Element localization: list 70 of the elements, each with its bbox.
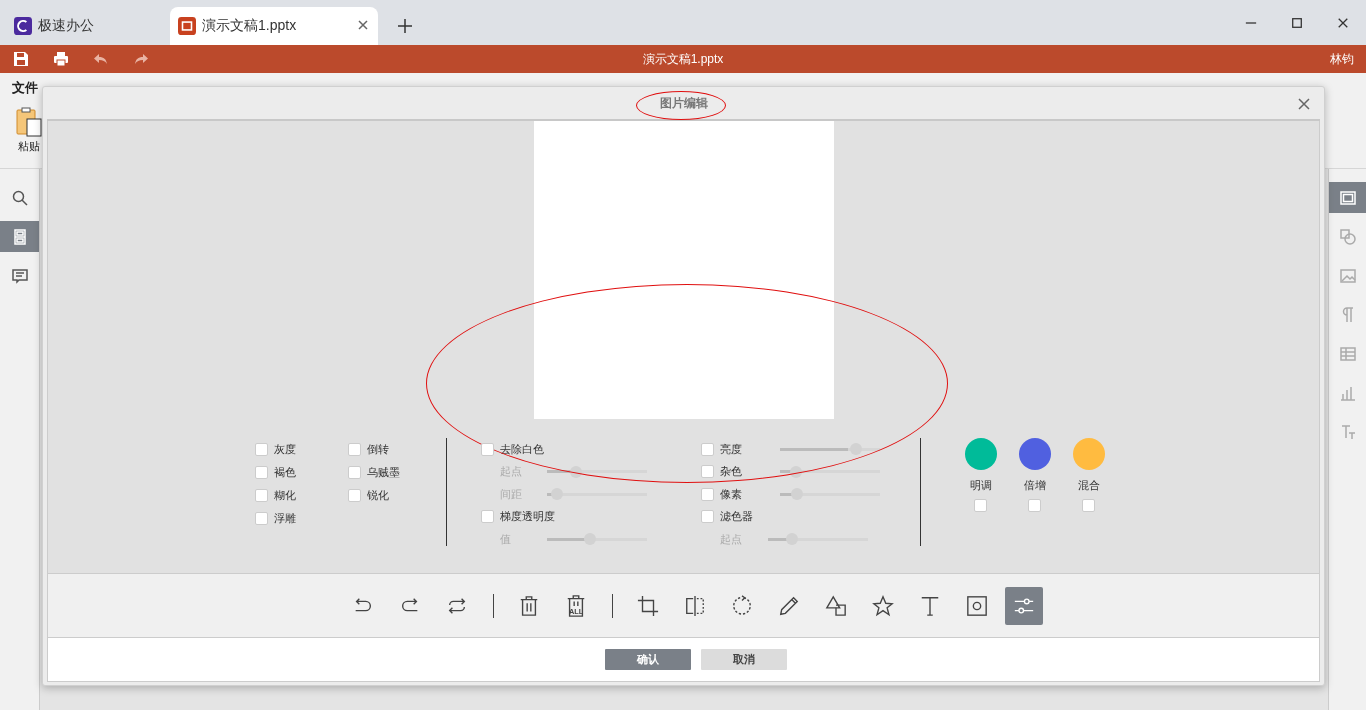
slides-file-icon — [178, 17, 196, 35]
slider-thumb[interactable] — [569, 465, 582, 478]
app-logo-icon — [14, 17, 32, 35]
star-icon — [872, 594, 894, 617]
slider-thumb[interactable] — [550, 488, 563, 501]
checkbox[interactable] — [974, 499, 987, 512]
rotate-icon — [731, 594, 753, 617]
menu-tab[interactable]: 文件 — [12, 79, 38, 101]
app-tab[interactable]: 极速办公 — [6, 7, 166, 45]
option-label: 去除白色 — [499, 441, 544, 457]
flip-icon — [684, 594, 706, 617]
new-tab-icon[interactable] — [398, 19, 412, 33]
checkbox[interactable] — [700, 487, 714, 501]
checkbox[interactable] — [480, 510, 494, 524]
tool-button[interactable] — [1005, 586, 1043, 625]
checkbox[interactable] — [1028, 499, 1041, 512]
text-tool-icon — [919, 594, 941, 617]
blend-label: 混合 — [1077, 478, 1100, 493]
checkbox[interactable] — [480, 442, 494, 456]
checkbox[interactable] — [254, 512, 268, 525]
color-swatch[interactable] — [964, 438, 997, 470]
checkbox[interactable] — [700, 442, 714, 456]
option-label: 倒转 — [366, 442, 389, 457]
checkbox[interactable] — [254, 443, 268, 456]
color-swatch[interactable] — [1018, 438, 1051, 470]
option-label: 褐色 — [273, 465, 296, 480]
slider-thumb[interactable] — [791, 488, 804, 501]
slider-thumb[interactable] — [584, 533, 597, 546]
user-name[interactable]: 林钧 — [1330, 50, 1354, 68]
option-label: 乌贼墨 — [366, 465, 400, 480]
trash-icon — [518, 594, 540, 617]
checkbox[interactable] — [254, 466, 268, 479]
checkbox[interactable] — [700, 510, 714, 524]
shapes-icon — [825, 594, 847, 617]
option-label: 灰度 — [273, 442, 296, 457]
option-label: 滤色器 — [719, 509, 753, 525]
option-label: 梯度透明度 — [499, 509, 555, 525]
close-icon[interactable] — [358, 20, 370, 32]
checkbox[interactable] — [347, 489, 361, 502]
slides-panel-icon[interactable] — [0, 221, 39, 252]
save-icon[interactable] — [13, 51, 29, 67]
crop-icon — [637, 594, 659, 617]
pencil-icon — [778, 594, 800, 617]
checkbox[interactable] — [1082, 499, 1095, 512]
checkbox[interactable] — [700, 465, 714, 479]
slider-thumb[interactable] — [786, 533, 799, 546]
option-label: 杂色 — [719, 464, 743, 480]
cancel-button[interactable]: 取消 — [700, 649, 787, 670]
print-icon[interactable] — [53, 51, 69, 67]
dialog-title: 图片编辑 — [659, 94, 708, 112]
close-icon[interactable] — [1298, 98, 1310, 110]
app-tab[interactable]: 演示文稿1.pptx — [170, 7, 378, 45]
blend-label: 倍增 — [1023, 478, 1046, 493]
option-label: 亮度 — [719, 441, 743, 457]
paste-button[interactable]: 粘贴 — [12, 107, 46, 154]
option-label: 像素 — [719, 486, 743, 502]
confirm-button[interactable]: 确认 — [604, 649, 691, 670]
option-label: 浮雕 — [273, 511, 296, 526]
option-label: 糊化 — [273, 488, 296, 503]
checkbox[interactable] — [347, 443, 361, 456]
checkbox[interactable] — [254, 489, 268, 502]
color-swatch[interactable] — [1072, 438, 1105, 470]
slide-settings-icon[interactable] — [1329, 182, 1366, 213]
option-label: 锐化 — [366, 488, 389, 503]
blend-label: 明调 — [969, 478, 992, 493]
slider-thumb[interactable] — [849, 443, 862, 456]
slider-thumb[interactable] — [790, 465, 803, 478]
checkbox[interactable] — [347, 466, 361, 479]
document-title: 演示文稿1.pptx — [642, 50, 724, 68]
frame-icon — [966, 594, 988, 617]
